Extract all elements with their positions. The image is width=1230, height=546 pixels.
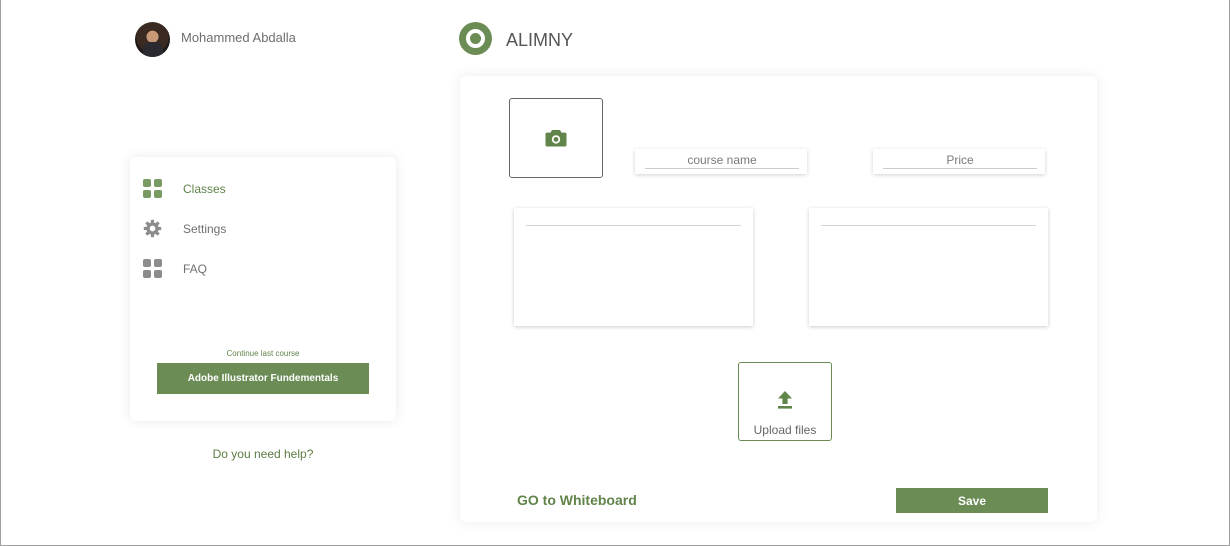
- gear-icon: [143, 219, 162, 238]
- photo-upload-button[interactable]: [509, 98, 603, 178]
- sidebar-item-faq[interactable]: FAQ: [143, 259, 207, 278]
- sidebar-item-label: FAQ: [183, 261, 208, 276]
- grid-icon: [143, 179, 162, 198]
- course-form-card: Upload files GO to Whiteboard Save: [460, 76, 1097, 522]
- upload-icon: [778, 391, 792, 409]
- upload-files-button[interactable]: Upload files: [738, 362, 832, 441]
- help-link[interactable]: Do you need help?: [130, 447, 396, 461]
- price-field: [873, 149, 1045, 174]
- upload-files-label: Upload files: [753, 423, 817, 437]
- description-input-left[interactable]: [526, 208, 741, 226]
- price-input[interactable]: [883, 151, 1037, 169]
- grid-icon: [143, 259, 162, 278]
- description-input-right[interactable]: [821, 208, 1036, 226]
- course-name-input[interactable]: [645, 151, 799, 169]
- sidebar-item-classes[interactable]: Classes: [143, 179, 226, 198]
- whiteboard-link[interactable]: GO to Whiteboard: [517, 492, 637, 508]
- continue-label: Continue last course: [226, 349, 300, 358]
- brand-name: ALIMNY: [506, 30, 574, 50]
- sidebar: Classes Settings FAQ Continue last cours…: [130, 157, 396, 421]
- description-box-left: [514, 208, 753, 326]
- sidebar-item-label: Classes: [183, 181, 226, 196]
- logo-icon: [459, 22, 492, 55]
- avatar[interactable]: [135, 22, 170, 57]
- save-button[interactable]: Save: [896, 488, 1048, 513]
- course-name-field: [635, 149, 807, 174]
- user-name: Mohammed Abdalla: [181, 30, 296, 45]
- last-course-button[interactable]: Adobe Illustrator Fundementals: [157, 363, 369, 394]
- sidebar-item-label: Settings: [183, 221, 227, 236]
- sidebar-item-settings[interactable]: Settings: [143, 219, 226, 238]
- camera-icon: [545, 130, 567, 147]
- description-box-right: [809, 208, 1048, 326]
